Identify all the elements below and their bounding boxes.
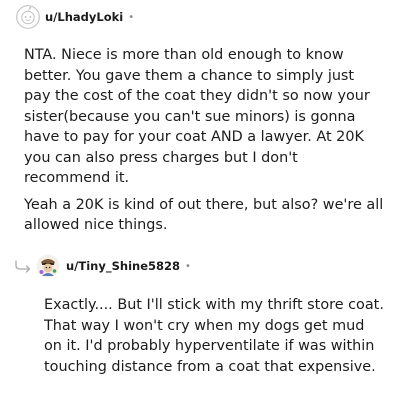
default-avatar-icon[interactable] — [16, 5, 40, 29]
comment-body: Exactly.... But I'll stick with my thrif… — [44, 295, 384, 383]
comment-paragraph: NTA. Niece is more than old enough to kn… — [24, 47, 370, 186]
comment-paragraph: Yeah a 20K is kind of out there, but als… — [24, 196, 384, 234]
comment-username[interactable]: u/LhadyLoki — [45, 10, 123, 24]
comment-meta: u/LhadyLoki • — [16, 3, 134, 31]
separator-dot: • — [128, 11, 135, 23]
reply-arrow-icon — [14, 259, 34, 273]
comment-username[interactable]: u/Tiny_Shine5828 — [66, 259, 180, 273]
comment-paragraph: Exactly.... But I'll stick with my thrif… — [44, 297, 384, 375]
comment-body: NTA. Niece is more than old enough to kn… — [24, 45, 384, 242]
comment-meta: u/Tiny_Shine5828 • — [14, 252, 191, 280]
separator-dot: • — [185, 260, 191, 272]
custom-avatar-icon[interactable] — [36, 254, 60, 278]
